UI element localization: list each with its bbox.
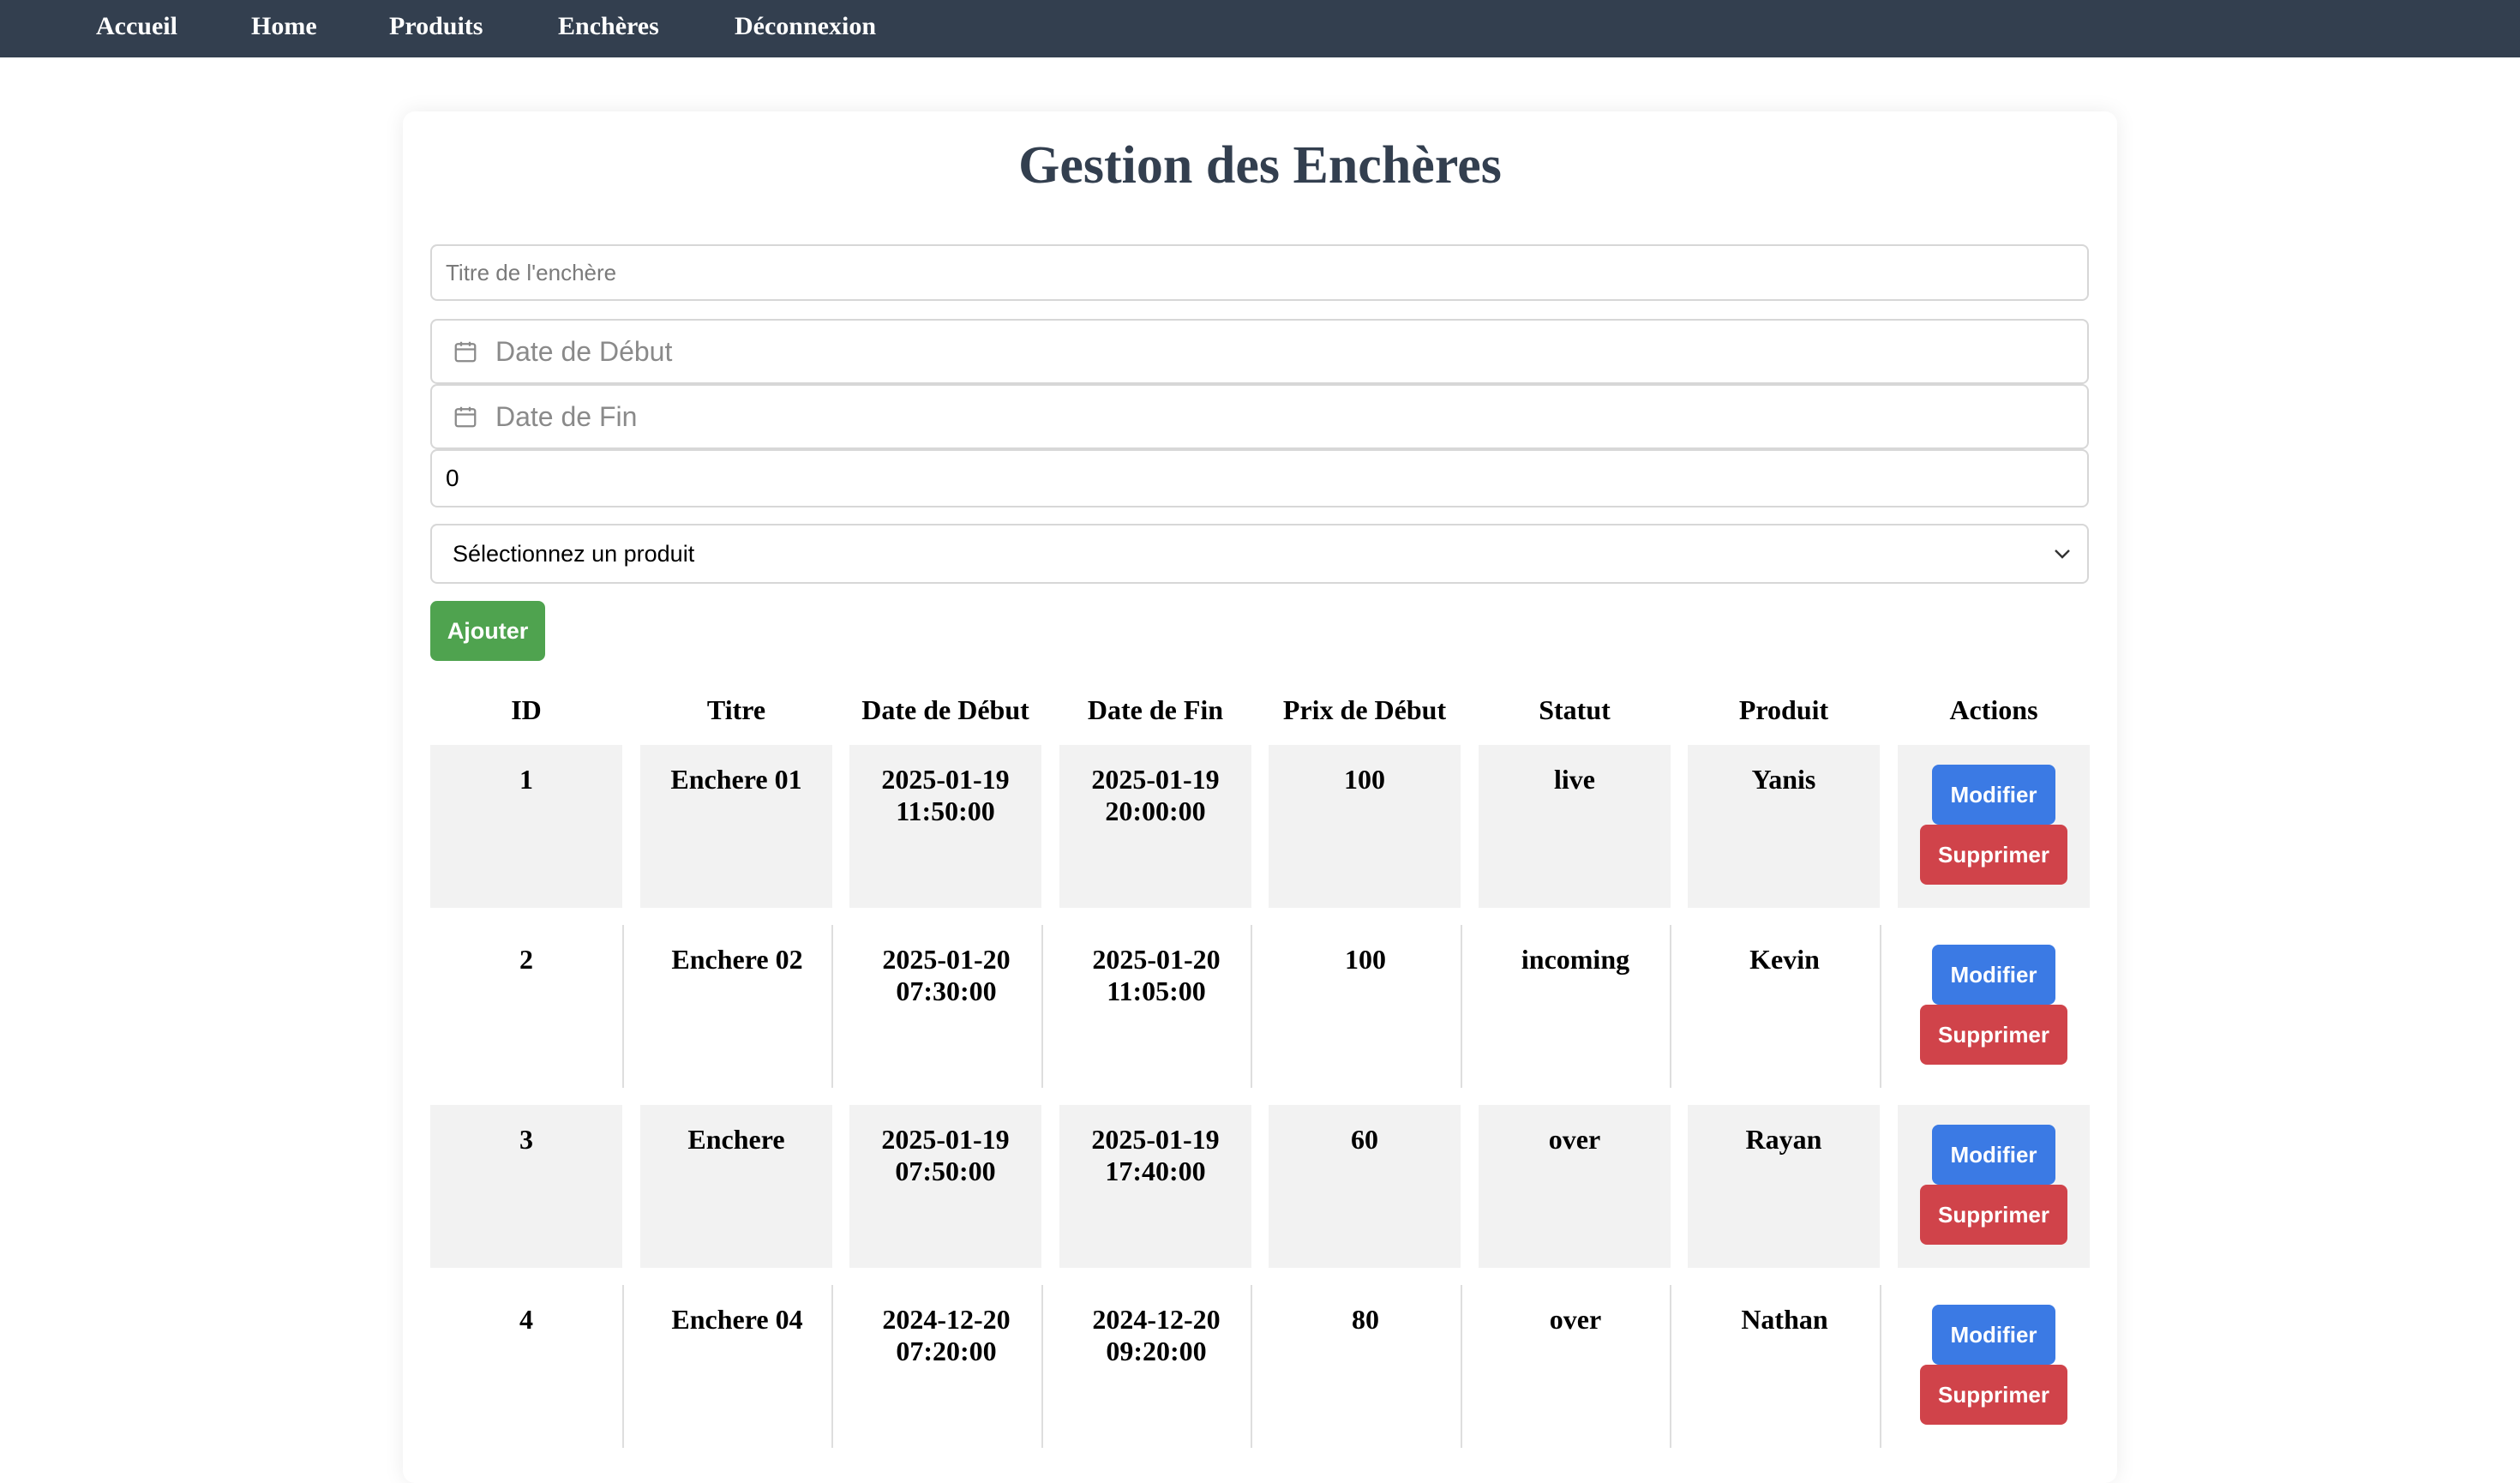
- start-date-field[interactable]: Date de Début: [430, 319, 2089, 384]
- product-select[interactable]: Sélectionnez un produit: [430, 524, 2089, 584]
- start-price-input[interactable]: 0: [430, 449, 2089, 507]
- table-cell-title: Enchere 02: [622, 925, 832, 1088]
- table-cell-id: 3: [430, 1105, 622, 1268]
- table-cell-id: 4: [519, 1304, 533, 1335]
- table-header-title: Titre: [706, 694, 766, 725]
- edit-button[interactable]: Modifier: [1932, 1125, 2055, 1185]
- calendar-icon: [454, 406, 477, 428]
- start-date-time: 07:50:00: [895, 1156, 996, 1186]
- table-cell-start-date: 2025-01-19 11:50:00: [849, 745, 1041, 908]
- delete-button[interactable]: Supprimer: [1920, 825, 2067, 885]
- start-date-placeholder: Date de Début: [495, 335, 673, 367]
- chevron-down-icon: [2055, 549, 2070, 559]
- start-price-value: 0: [446, 465, 459, 491]
- edit-button[interactable]: Modifier: [1932, 765, 2055, 825]
- calendar-icon: [454, 341, 477, 363]
- table-cell-title: Enchere 01: [640, 745, 832, 908]
- table-cell-price: 60: [1269, 1105, 1461, 1268]
- nav-link-accueil[interactable]: Accueil: [96, 12, 177, 41]
- end-date-day: 2025-01-20: [1092, 944, 1221, 975]
- table-cell-status: incoming: [1461, 925, 1671, 1088]
- table-cell-product: Kevin: [1670, 925, 1880, 1088]
- table-cell-title: Enchere 04: [622, 1285, 832, 1448]
- table-cell-end-date: 2025-01-20 11:05:00: [1041, 925, 1251, 1088]
- start-date-day: 2025-01-19: [881, 1124, 1010, 1155]
- table-cell-product: Rayan: [1688, 1105, 1880, 1268]
- table-cell-start-date: 2024-12-20 07:20:00: [831, 1285, 1041, 1448]
- table-cell-end-date: 2024-12-20 09:20:00: [1041, 1285, 1251, 1448]
- nav-link-home[interactable]: Home: [251, 12, 317, 41]
- end-date-field[interactable]: Date de Fin: [430, 384, 2089, 449]
- table-header-end-date: Date de Fin: [1087, 694, 1224, 725]
- table-cell-status: over: [1479, 1105, 1671, 1268]
- delete-button[interactable]: Supprimer: [1920, 1005, 2067, 1065]
- nav-link-produits[interactable]: Produits: [389, 12, 483, 41]
- table-cell-price: 100: [1269, 745, 1461, 908]
- table-cell-id: 1: [430, 745, 622, 908]
- product-select-value: Sélectionnez un produit: [453, 540, 695, 567]
- page-title: Gestion des Enchères: [1018, 136, 1502, 195]
- table-header-actions: Actions: [1949, 694, 2038, 725]
- auction-management-card: Gestion des Enchères Date de Début Date …: [403, 111, 2117, 1483]
- table-cell-start-date: 2025-01-20 07:30:00: [831, 925, 1041, 1088]
- end-date-day: 2025-01-19: [1091, 1124, 1220, 1155]
- table-cell-status: live: [1479, 745, 1671, 908]
- start-date-time: 07:20:00: [896, 1336, 997, 1366]
- end-date-day: 2025-01-19: [1091, 764, 1220, 795]
- nav-link-deconnexion[interactable]: Déconnexion: [735, 12, 876, 41]
- table-cell-end-date: 2025-01-19 17:40:00: [1059, 1105, 1251, 1268]
- table-cell-status: over: [1461, 1285, 1671, 1448]
- table-header-start-price: Prix de Début: [1282, 694, 1447, 725]
- table-cell-product: Yanis: [1688, 745, 1880, 908]
- table-cell-id: 2: [519, 944, 533, 975]
- auction-title-input[interactable]: [430, 244, 2089, 301]
- table-cell-title: Enchere: [640, 1105, 832, 1268]
- end-date-time: 11:05:00: [1107, 976, 1206, 1006]
- start-date-day: 2025-01-19: [881, 764, 1010, 795]
- end-date-placeholder: Date de Fin: [495, 400, 638, 432]
- start-date-day: 2024-12-20: [882, 1304, 1011, 1335]
- table-cell-start-date: 2025-01-19 07:50:00: [849, 1105, 1041, 1268]
- nav-link-encheres[interactable]: Enchères: [558, 12, 659, 41]
- delete-button[interactable]: Supprimer: [1920, 1365, 2067, 1425]
- end-date-time: 20:00:00: [1105, 796, 1206, 826]
- end-date-time: 09:20:00: [1106, 1336, 1207, 1366]
- edit-button[interactable]: Modifier: [1932, 945, 2055, 1005]
- top-navbar: Accueil Home Produits Enchères Déconnexi…: [0, 0, 2520, 57]
- table-header-start-date: Date de Début: [861, 694, 1029, 725]
- table-cell-price: 80: [1251, 1285, 1461, 1448]
- table-header-product: Produit: [1738, 694, 1829, 725]
- edit-button[interactable]: Modifier: [1932, 1305, 2055, 1365]
- table-cell-product: Nathan: [1670, 1285, 1880, 1448]
- end-date-day: 2024-12-20: [1092, 1304, 1221, 1335]
- start-date-day: 2025-01-20: [882, 944, 1011, 975]
- add-auction-button[interactable]: Ajouter: [430, 601, 545, 661]
- table-cell-end-date: 2025-01-19 20:00:00: [1059, 745, 1251, 908]
- table-header-status: Statut: [1539, 694, 1611, 725]
- delete-button[interactable]: Supprimer: [1920, 1185, 2067, 1245]
- table-header-id: ID: [511, 694, 542, 725]
- start-date-time: 11:50:00: [896, 796, 995, 826]
- end-date-time: 17:40:00: [1105, 1156, 1206, 1186]
- start-date-time: 07:30:00: [896, 976, 997, 1006]
- table-cell-price: 100: [1251, 925, 1461, 1088]
